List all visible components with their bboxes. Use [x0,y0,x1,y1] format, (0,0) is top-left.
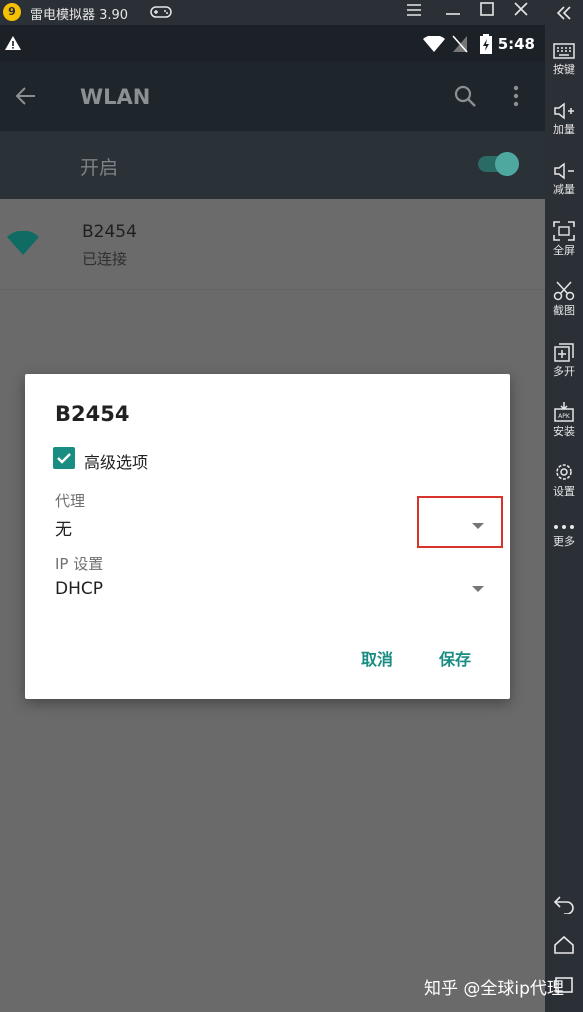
menu-icon[interactable] [403,2,425,24]
sidebar-item-multi-open[interactable]: 多开 [545,342,583,379]
battery-charging-icon [480,34,492,54]
sidebar-item-fullscreen[interactable]: 全屏 [545,221,583,258]
save-button[interactable]: 保存 [439,646,471,670]
sidebar-item-more[interactable]: 更多 [545,522,583,549]
proxy-dropdown-highlight [417,496,503,548]
more-dots-icon [554,525,574,529]
sidebar-item-install[interactable]: APK 安装 [545,402,583,439]
emulator-sidebar: 按键 加量 减量 全屏 截图 多开 APK 安装 设置 更多 [545,0,583,1012]
checkmark-icon [57,453,71,464]
close-icon[interactable] [510,2,532,24]
double-chevron-left-icon [556,6,571,20]
sidebar-item-settings[interactable]: 设置 [545,462,583,499]
keyboard-icon [553,43,575,59]
sidebar-item-volume-up[interactable]: 加量 [545,102,583,137]
sidebar-item-label: 安装 [553,425,575,438]
warning-icon [5,36,21,50]
network-status: 已连接 [82,250,128,268]
advanced-options-checkbox[interactable] [53,447,75,469]
scissors-icon [553,281,575,301]
emulator-logo-icon: 9 [3,3,21,21]
svg-text:APK: APK [558,413,571,420]
volume-down-icon [554,162,574,180]
wifi-toggle-row[interactable]: 开启 [0,131,545,199]
overflow-menu-icon[interactable] [512,85,520,107]
sidebar-item-label: 更多 [553,535,575,548]
apk-install-icon: APK [554,402,574,422]
home-icon [554,935,574,954]
sidebar-item-keys[interactable]: 按键 [545,42,583,77]
wifi-signal-icon [7,231,39,255]
wifi-toggle-thumb[interactable] [495,152,519,176]
search-icon[interactable] [454,85,476,107]
back-arrow-icon[interactable] [15,86,37,106]
app-bar: WLAN [0,61,545,131]
network-name: B2454 [82,222,137,242]
maximize-icon[interactable] [476,2,498,24]
watermark-text: 知乎 @全球ip代理 [424,979,564,999]
dialog-title: B2454 [55,402,130,426]
sidebar-item-label: 加量 [553,123,575,136]
sidebar-item-label: 多开 [553,365,575,378]
cancel-button[interactable]: 取消 [361,646,393,670]
collapse-sidebar-button[interactable] [545,6,583,20]
gamepad-icon[interactable] [150,5,172,19]
android-status-bar: 5:48 [0,25,545,61]
volume-up-icon [554,102,574,120]
emulator-title-bar: 9 雷电模拟器 3.90 [0,0,545,25]
wifi-status-icon [423,36,445,52]
emulator-title: 雷电模拟器 3.90 [30,8,129,23]
sidebar-item-label: 设置 [553,485,575,498]
network-dialog: B2454 高级选项 代理 无 IP 设置 DHCP 取消 保存 [25,374,510,699]
page-title: WLAN [80,85,151,109]
advanced-options-label[interactable]: 高级选项 [84,449,148,473]
sidebar-item-volume-down[interactable]: 减量 [545,162,583,197]
multi-open-icon [554,343,574,362]
clock-time: 5:48 [497,35,535,53]
proxy-select-value[interactable]: 无 [55,515,72,540]
sidebar-item-label: 全屏 [553,244,575,257]
fullscreen-icon [553,221,575,241]
wifi-toggle-label: 开启 [80,157,119,179]
ip-settings-label: IP 设置 [55,555,104,573]
proxy-label: 代理 [55,492,86,510]
ip-settings-dropdown-arrow-icon[interactable] [472,586,484,592]
ip-settings-select-value[interactable]: DHCP [55,579,103,599]
network-list-item[interactable]: B2454 已连接 [0,199,545,290]
sidebar-item-label: 按键 [553,63,575,76]
minimize-icon[interactable] [442,2,464,24]
back-button[interactable] [545,894,583,914]
sidebar-item-label: 减量 [553,183,575,196]
home-button[interactable] [545,935,583,955]
no-signal-icon [452,35,468,53]
gear-icon [556,464,572,480]
back-arrow-icon [553,896,574,914]
sidebar-item-screenshot[interactable]: 截图 [545,281,583,318]
sidebar-item-label: 截图 [553,304,575,317]
